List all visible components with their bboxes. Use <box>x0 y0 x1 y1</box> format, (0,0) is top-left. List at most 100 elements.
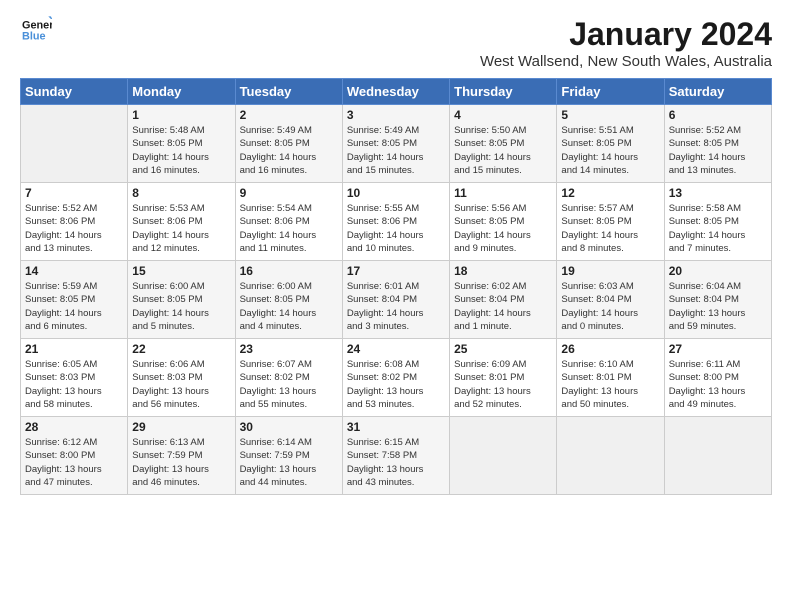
day-number: 4 <box>454 108 552 122</box>
day-cell: 16Sunrise: 6:00 AM Sunset: 8:05 PM Dayli… <box>235 261 342 339</box>
day-number: 23 <box>240 342 338 356</box>
day-cell: 17 Sunrise: 6:01 AM Sunset: 8:04 PM Dayli… <box>342 261 449 339</box>
col-saturday: Saturday <box>664 79 771 105</box>
day-number: 29 <box>132 420 230 434</box>
day-info: Sunrise: 6:06 AM Sunset: 8:03 PM Dayligh… <box>132 358 230 411</box>
day-cell: 19 Sunrise: 6:03 AM Sunset: 8:04 PM Dayli… <box>557 261 664 339</box>
day-info: Sunrise: 5:57 AM Sunset: 8:05 PM Dayligh… <box>561 202 659 255</box>
day-cell: 4 Sunrise: 5:50 AM Sunset: 8:05 PM Daylig… <box>450 105 557 183</box>
page: General Blue January 2024 West Wallsend,… <box>0 0 792 505</box>
header-row: Sunday Monday Tuesday Wednesday Thursday… <box>21 79 772 105</box>
day-cell <box>450 417 557 495</box>
day-info: Sunrise: 6:09 AM Sunset: 8:01 PM Dayligh… <box>454 358 552 411</box>
day-number: 17 <box>347 264 445 278</box>
svg-text:Blue: Blue <box>22 30 46 42</box>
day-number: 14 <box>25 264 123 278</box>
day-number: 12 <box>561 186 659 200</box>
day-info: Sunrise: 6:12 AM Sunset: 8:00 PM Dayligh… <box>25 436 123 489</box>
col-wednesday: Wednesday <box>342 79 449 105</box>
col-friday: Friday <box>557 79 664 105</box>
col-thursday: Thursday <box>450 79 557 105</box>
day-info: Sunrise: 6:15 AM Sunset: 7:58 PM Dayligh… <box>347 436 445 489</box>
day-cell: 3Sunrise: 5:49 AM Sunset: 8:05 PM Daylig… <box>342 105 449 183</box>
day-cell <box>21 105 128 183</box>
day-info: Sunrise: 5:51 AM Sunset: 8:05 PM Dayligh… <box>561 124 659 177</box>
day-cell: 23 Sunrise: 6:07 AM Sunset: 8:02 PM Dayli… <box>235 339 342 417</box>
day-cell: 8 Sunrise: 5:53 AM Sunset: 8:06 PM Daylig… <box>128 183 235 261</box>
day-info: Sunrise: 6:07 AM Sunset: 8:02 PM Dayligh… <box>240 358 338 411</box>
day-info: Sunrise: 5:52 AM Sunset: 8:05 PM Dayligh… <box>669 124 767 177</box>
day-info: Sunrise: 5:59 AM Sunset: 8:05 PM Dayligh… <box>25 280 123 333</box>
title-area: January 2024 West Wallsend, New South Wa… <box>480 16 772 70</box>
day-number: 10 <box>347 186 445 200</box>
day-number: 31 <box>347 420 445 434</box>
day-cell: 25 Sunrise: 6:09 AM Sunset: 8:01 PM Dayli… <box>450 339 557 417</box>
day-number: 2 <box>240 108 338 122</box>
day-cell: 14 Sunrise: 5:59 AM Sunset: 8:05 PM Dayli… <box>21 261 128 339</box>
day-cell: 6Sunrise: 5:52 AM Sunset: 8:05 PM Daylig… <box>664 105 771 183</box>
day-cell: 28 Sunrise: 6:12 AM Sunset: 8:00 PM Dayli… <box>21 417 128 495</box>
day-cell: 9 Sunrise: 5:54 AM Sunset: 8:06 PM Daylig… <box>235 183 342 261</box>
day-number: 7 <box>25 186 123 200</box>
day-info: Sunrise: 5:49 AM Sunset: 8:05 PM Dayligh… <box>240 124 338 177</box>
day-info: Sunrise: 5:53 AM Sunset: 8:06 PM Dayligh… <box>132 202 230 255</box>
day-number: 18 <box>454 264 552 278</box>
calendar-table: Sunday Monday Tuesday Wednesday Thursday… <box>20 78 772 495</box>
day-number: 20 <box>669 264 767 278</box>
day-info: Sunrise: 5:48 AM Sunset: 8:05 PM Dayligh… <box>132 124 230 177</box>
day-info: Sunrise: 6:02 AM Sunset: 8:04 PM Dayligh… <box>454 280 552 333</box>
day-number: 16 <box>240 264 338 278</box>
col-sunday: Sunday <box>21 79 128 105</box>
day-cell: 5Sunrise: 5:51 AM Sunset: 8:05 PM Daylig… <box>557 105 664 183</box>
week-row-1: 1 Sunrise: 5:48 AM Sunset: 8:05 PM Daylig… <box>21 105 772 183</box>
week-row-5: 28 Sunrise: 6:12 AM Sunset: 8:00 PM Dayli… <box>21 417 772 495</box>
col-monday: Monday <box>128 79 235 105</box>
day-cell: 1 Sunrise: 5:48 AM Sunset: 8:05 PM Daylig… <box>128 105 235 183</box>
day-number: 1 <box>132 108 230 122</box>
day-cell: 11Sunrise: 5:56 AM Sunset: 8:05 PM Dayli… <box>450 183 557 261</box>
day-info: Sunrise: 6:01 AM Sunset: 8:04 PM Dayligh… <box>347 280 445 333</box>
day-cell: 27Sunrise: 6:11 AM Sunset: 8:00 PM Dayli… <box>664 339 771 417</box>
day-number: 22 <box>132 342 230 356</box>
day-info: Sunrise: 6:04 AM Sunset: 8:04 PM Dayligh… <box>669 280 767 333</box>
day-cell <box>557 417 664 495</box>
day-number: 15 <box>132 264 230 278</box>
day-info: Sunrise: 5:49 AM Sunset: 8:05 PM Dayligh… <box>347 124 445 177</box>
day-number: 8 <box>132 186 230 200</box>
day-cell: 22 Sunrise: 6:06 AM Sunset: 8:03 PM Dayli… <box>128 339 235 417</box>
day-number: 19 <box>561 264 659 278</box>
day-cell: 18 Sunrise: 6:02 AM Sunset: 8:04 PM Dayli… <box>450 261 557 339</box>
day-info: Sunrise: 5:58 AM Sunset: 8:05 PM Dayligh… <box>669 202 767 255</box>
header: General Blue January 2024 West Wallsend,… <box>20 16 772 70</box>
day-number: 21 <box>25 342 123 356</box>
day-cell <box>664 417 771 495</box>
day-cell: 7 Sunrise: 5:52 AM Sunset: 8:06 PM Daylig… <box>21 183 128 261</box>
day-cell: 26 Sunrise: 6:10 AM Sunset: 8:01 PM Dayli… <box>557 339 664 417</box>
day-info: Sunrise: 5:54 AM Sunset: 8:06 PM Dayligh… <box>240 202 338 255</box>
day-number: 30 <box>240 420 338 434</box>
day-cell: 24Sunrise: 6:08 AM Sunset: 8:02 PM Dayli… <box>342 339 449 417</box>
day-info: Sunrise: 5:50 AM Sunset: 8:05 PM Dayligh… <box>454 124 552 177</box>
day-info: Sunrise: 6:08 AM Sunset: 8:02 PM Dayligh… <box>347 358 445 411</box>
day-number: 25 <box>454 342 552 356</box>
day-cell: 15 Sunrise: 6:00 AM Sunset: 8:05 PM Dayli… <box>128 261 235 339</box>
day-number: 26 <box>561 342 659 356</box>
week-row-2: 7 Sunrise: 5:52 AM Sunset: 8:06 PM Daylig… <box>21 183 772 261</box>
week-row-4: 21 Sunrise: 6:05 AM Sunset: 8:03 PM Dayli… <box>21 339 772 417</box>
week-row-3: 14 Sunrise: 5:59 AM Sunset: 8:05 PM Dayli… <box>21 261 772 339</box>
logo-icon: General Blue <box>20 16 52 44</box>
day-info: Sunrise: 6:00 AM Sunset: 8:05 PM Dayligh… <box>132 280 230 333</box>
day-info: Sunrise: 6:03 AM Sunset: 8:04 PM Dayligh… <box>561 280 659 333</box>
day-number: 9 <box>240 186 338 200</box>
day-number: 28 <box>25 420 123 434</box>
month-title: January 2024 <box>480 16 772 53</box>
day-cell: 12 Sunrise: 5:57 AM Sunset: 8:05 PM Dayli… <box>557 183 664 261</box>
day-cell: 20 Sunrise: 6:04 AM Sunset: 8:04 PM Dayli… <box>664 261 771 339</box>
day-info: Sunrise: 6:10 AM Sunset: 8:01 PM Dayligh… <box>561 358 659 411</box>
day-info: Sunrise: 6:13 AM Sunset: 7:59 PM Dayligh… <box>132 436 230 489</box>
day-cell: 30Sunrise: 6:14 AM Sunset: 7:59 PM Dayli… <box>235 417 342 495</box>
day-info: Sunrise: 5:52 AM Sunset: 8:06 PM Dayligh… <box>25 202 123 255</box>
day-info: Sunrise: 6:11 AM Sunset: 8:00 PM Dayligh… <box>669 358 767 411</box>
day-info: Sunrise: 6:05 AM Sunset: 8:03 PM Dayligh… <box>25 358 123 411</box>
day-info: Sunrise: 5:56 AM Sunset: 8:05 PM Dayligh… <box>454 202 552 255</box>
